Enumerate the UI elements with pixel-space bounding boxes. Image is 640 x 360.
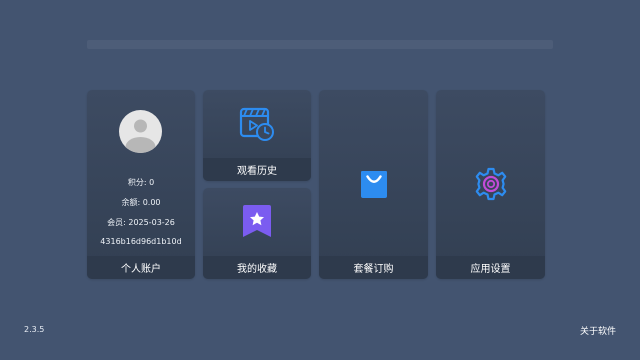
shopping-bag-icon <box>359 168 389 204</box>
account-card[interactable]: 积分: 0 余额: 0.00 会员: 2025-03-26 4316b16d96… <box>87 90 195 279</box>
avatar-placeholder-icon <box>119 110 162 153</box>
favorites-label: 我的收藏 <box>203 256 311 279</box>
membership-text: 会员: 2025-03-26 <box>107 218 175 227</box>
clapperboard-clock-icon <box>239 106 275 146</box>
packages-tile[interactable]: 套餐订购 <box>319 90 428 279</box>
bookmark-star-icon <box>240 204 274 244</box>
settings-label: 应用设置 <box>436 256 545 279</box>
watch-history-label: 观看历史 <box>203 158 311 181</box>
watch-history-tile[interactable]: 观看历史 <box>203 90 311 181</box>
packages-label: 套餐订购 <box>319 256 428 279</box>
top-bar <box>87 40 553 49</box>
points-text: 积分: 0 <box>127 178 155 187</box>
device-id-text: 4316b16d96d1b10d <box>100 237 182 246</box>
account-label: 个人账户 <box>87 256 195 279</box>
balance-text: 余额: 0.00 <box>121 198 161 207</box>
settings-tile[interactable]: 应用设置 <box>436 90 545 279</box>
favorites-tile[interactable]: 我的收藏 <box>203 188 311 279</box>
version-text: 2.3.5 <box>24 325 45 334</box>
about-software-button[interactable]: 关于软件 <box>580 324 616 337</box>
gear-icon <box>474 167 508 205</box>
